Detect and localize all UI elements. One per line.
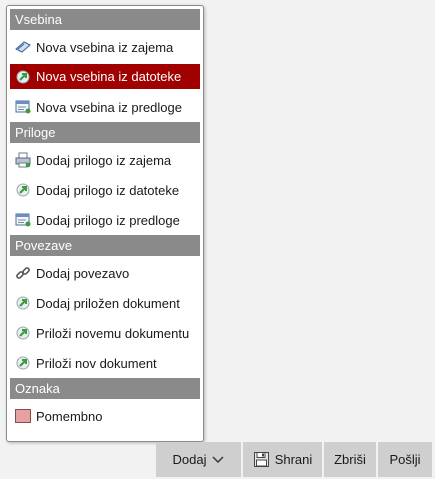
send-button[interactable]: Pošlji [378,442,432,477]
menu-item-label: Dodaj prilogo iz datoteke [36,182,180,198]
menu-item-label: Nova vsebina iz datoteke [36,69,182,84]
menu-item-add-attachment-from-template[interactable]: Dodaj prilogo iz predloge [10,205,200,235]
template-icon [14,212,32,228]
menu-item-add-link[interactable]: Dodaj povezavo [10,258,200,288]
section-header-priloge: Priloge [10,122,200,143]
menu-item-label: Priloži novemu dokumentu [36,325,190,341]
file-upload-icon [14,325,32,341]
menu-item-new-content-from-scan[interactable]: Nova vsebina iz zajema [10,32,200,62]
color-swatch-icon [14,408,32,424]
add-dropdown-menu: Vsebina Nova vsebina iz zajema Nova vseb… [6,5,204,442]
menu-item-new-content-from-template[interactable]: Nova vsebina iz predloge [10,92,200,122]
menu-item-label: Dodaj povezavo [36,265,130,281]
section-header-vsebina: Vsebina [10,9,200,30]
menu-item-label-important[interactable]: Pomembno [10,401,200,431]
menu-item-label: Nova vsebina iz zajema [36,39,174,55]
floppy-disk-icon [253,452,271,468]
menu-item-label: Pomembno [36,408,103,424]
file-upload-icon [14,295,32,311]
template-icon [14,99,32,115]
menu-item-add-attachment-from-file[interactable]: Dodaj prilogo iz datoteke [10,175,200,205]
save-button-label: Shrani [274,452,313,467]
chevron-down-icon [212,456,224,464]
section-header-oznaka: Oznaka [10,378,200,399]
menu-item-label: Priloži nov dokument [36,355,157,371]
menu-item-attach-new-document[interactable]: Priloži nov dokument [10,348,200,378]
menu-item-add-attachment-from-scan[interactable]: Dodaj prilogo iz zajema [10,145,200,175]
scanner-icon [14,152,32,168]
menu-item-add-attached-document[interactable]: Dodaj priložen dokument [10,288,200,318]
menu-item-label: Dodaj prilogo iz predloge [36,212,180,228]
file-upload-icon [14,69,32,85]
delete-button-label: Zbriši [334,452,366,467]
save-button[interactable]: Shrani [243,442,322,477]
section-header-povezave: Povezave [10,235,200,256]
menu-item-label: Dodaj priložen dokument [36,295,180,311]
file-upload-icon [14,355,32,371]
scan-icon [14,39,32,55]
menu-item-attach-to-new-document[interactable]: Priloži novemu dokumentu [10,318,200,348]
menu-item-label: Dodaj prilogo iz zajema [36,152,172,168]
link-icon [14,265,32,281]
send-button-label: Pošlji [389,452,421,467]
delete-button[interactable]: Zbriši [324,442,376,477]
file-upload-icon [14,182,32,198]
add-button[interactable]: Dodaj [156,442,241,477]
menu-item-new-content-from-file[interactable]: Nova vsebina iz datoteke [10,64,200,89]
menu-item-label: Nova vsebina iz predloge [36,99,182,115]
add-button-label: Dodaj [172,452,207,467]
